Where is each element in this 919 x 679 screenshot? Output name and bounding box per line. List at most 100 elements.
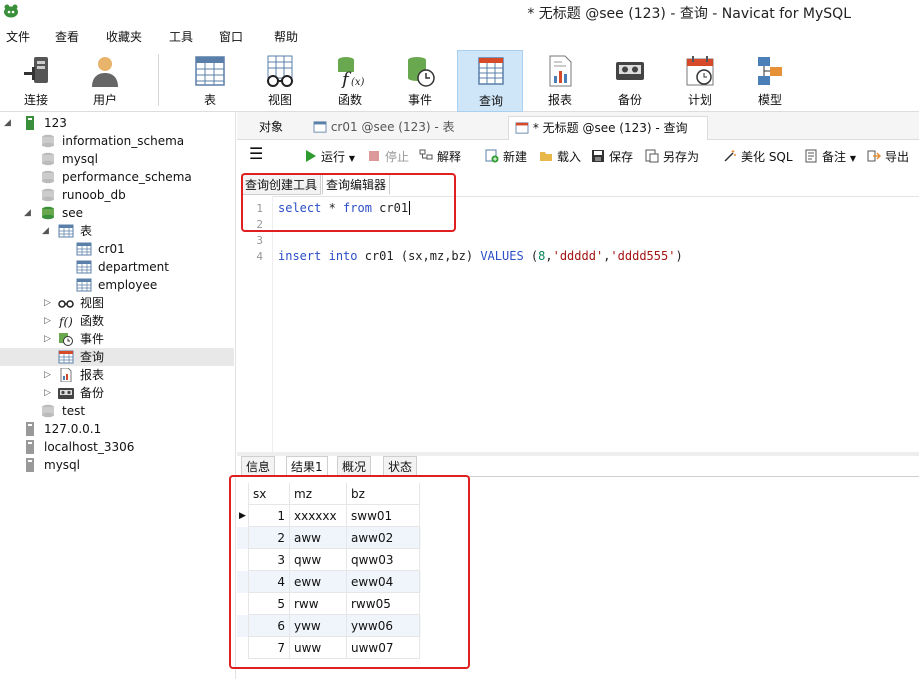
save-as-icon <box>645 149 659 163</box>
save-button[interactable]: 保存 <box>591 148 633 166</box>
tree-db-information-schema[interactable]: information_schema <box>0 132 234 150</box>
tree-connection-mysql[interactable]: mysql <box>0 456 234 474</box>
table-icon <box>76 260 92 274</box>
table-icon <box>76 278 92 292</box>
model-icon <box>758 57 782 85</box>
load-button[interactable]: 载入 <box>539 148 581 166</box>
user-icon <box>92 57 118 87</box>
expand-arrow-icon[interactable]: ◢ <box>24 204 34 222</box>
tab-status[interactable]: 状态 <box>383 456 418 477</box>
calendar-icon <box>686 56 714 86</box>
database-icon <box>42 134 54 148</box>
tree-folder-backups[interactable]: ▷ 备份 <box>0 384 234 402</box>
plug-icon <box>24 57 48 83</box>
tab-result-1[interactable]: 结果1 <box>286 456 328 477</box>
tab-info[interactable]: 信息 <box>241 456 276 477</box>
explain-button[interactable]: 解释 <box>419 148 461 166</box>
tree-db-test[interactable]: test <box>0 402 234 420</box>
connect-button[interactable]: 连接 <box>3 50 69 112</box>
document-tabs: 对象 cr01 @see (123) - 表 * 无标题 @see (123) … <box>237 112 919 140</box>
beautify-sql-button[interactable]: 美化 SQL <box>723 148 793 166</box>
tree-folder-tables[interactable]: ◢ 表 <box>0 222 234 240</box>
export-button[interactable]: 导出 <box>867 148 909 166</box>
window-title: * 无标题 @see (123) - 查询 - Navicat for MySQ… <box>527 6 851 22</box>
line-number-gutter: 1 2 3 4 <box>241 196 273 452</box>
explain-icon <box>419 149 433 160</box>
function-icon: f (x) <box>338 57 365 88</box>
tape-backup-icon <box>58 388 74 399</box>
database-open-icon <box>42 206 54 220</box>
schedule-button[interactable]: 计划 <box>667 50 733 112</box>
menu-file[interactable]: 文件 <box>6 28 30 45</box>
tree-table-cr01[interactable]: cr01 <box>0 240 234 258</box>
tree-folder-functions[interactable]: ▷ f() 函数 <box>0 312 234 330</box>
expand-arrow-icon[interactable]: ◢ <box>42 222 52 240</box>
tape-backup-icon <box>616 62 644 80</box>
tree-folder-events[interactable]: ▷ 事件 <box>0 330 234 348</box>
tree-table-department[interactable]: department <box>0 258 234 276</box>
stop-icon <box>369 151 379 161</box>
glasses-icon <box>58 300 74 308</box>
tree-connection-localhost[interactable]: localhost_3306 <box>0 438 234 456</box>
tree-connection-123[interactable]: ◢ 123 <box>0 114 234 132</box>
floppy-save-icon <box>592 150 604 162</box>
tab-table-cr01[interactable]: cr01 @see (123) - 表 <box>307 116 507 140</box>
collapse-arrow-icon[interactable]: ▷ <box>44 294 54 312</box>
tree-db-performance-schema[interactable]: performance_schema <box>0 168 234 186</box>
connection-icon <box>26 116 34 130</box>
play-icon <box>306 150 316 162</box>
hamburger-menu-icon[interactable]: ☰ <box>249 145 263 163</box>
magic-wand-icon <box>724 150 736 162</box>
save-as-button[interactable]: 另存为 <box>645 148 699 166</box>
expand-arrow-icon[interactable]: ◢ <box>4 114 14 132</box>
user-button[interactable]: 用户 <box>72 50 138 112</box>
tree-folder-queries[interactable]: 查询 <box>0 348 234 366</box>
report-icon <box>549 55 572 87</box>
highlight-box-editor <box>241 173 456 232</box>
tree-folder-views[interactable]: ▷ 视图 <box>0 294 234 312</box>
line-number: 3 <box>256 234 263 247</box>
tree-connection-127[interactable]: 127.0.0.1 <box>0 420 234 438</box>
collapse-arrow-icon[interactable]: ▷ <box>44 330 54 348</box>
sql-editor[interactable] <box>241 196 919 452</box>
collapse-arrow-icon[interactable]: ▷ <box>44 366 54 384</box>
tab-objects[interactable]: 对象 <box>253 116 283 140</box>
database-icon <box>42 188 54 202</box>
menu-view[interactable]: 查看 <box>55 28 79 45</box>
function-button[interactable]: f (x) 函数 <box>317 50 383 112</box>
event-button[interactable]: 事件 <box>387 50 453 112</box>
toolbar-separator <box>158 54 159 106</box>
view-button[interactable]: 视图 <box>247 50 313 112</box>
model-button[interactable]: 模型 <box>737 50 803 112</box>
tree-db-runoob-db[interactable]: runoob_db <box>0 186 234 204</box>
event-clock-icon <box>408 57 435 87</box>
run-button[interactable]: 运行 ▼ <box>303 148 355 166</box>
table-icon <box>76 242 92 256</box>
menu-tools[interactable]: 工具 <box>169 28 193 45</box>
tree-folder-reports[interactable]: ▷ 报表 <box>0 366 234 384</box>
sql-line-4[interactable]: insert into cr01 (sx,mz,bz) VALUES (8,'d… <box>278 249 683 263</box>
menu-favorites[interactable]: 收藏夹 <box>106 28 142 45</box>
table-button[interactable]: 表 <box>177 50 243 112</box>
backup-button[interactable]: 备份 <box>597 50 663 112</box>
query-icon <box>478 57 504 85</box>
new-button[interactable]: 新建 <box>485 148 527 166</box>
tree-table-employee[interactable]: employee <box>0 276 234 294</box>
menu-help[interactable]: 帮助 <box>274 28 298 45</box>
connection-icon <box>26 440 34 454</box>
query-button[interactable]: 查询 <box>457 50 523 112</box>
table-icon <box>313 121 327 133</box>
export-icon <box>867 150 881 162</box>
report-button[interactable]: 报表 <box>527 50 593 112</box>
collapse-arrow-icon[interactable]: ▷ <box>44 384 54 402</box>
notes-button[interactable]: 备注 ▼ <box>804 148 856 166</box>
connection-tree: ◢ 123 information_schema mysql performan… <box>0 112 236 679</box>
collapse-arrow-icon[interactable]: ▷ <box>44 312 54 330</box>
tree-db-mysql[interactable]: mysql <box>0 150 234 168</box>
stop-button[interactable]: 停止 <box>367 148 409 166</box>
menu-window[interactable]: 窗口 <box>219 28 243 45</box>
tab-query-untitled[interactable]: * 无标题 @see (123) - 查询 <box>508 116 708 140</box>
tab-profile[interactable]: 概况 <box>337 456 372 477</box>
report-icon <box>60 368 72 382</box>
tree-db-see[interactable]: ◢ see <box>0 204 234 222</box>
